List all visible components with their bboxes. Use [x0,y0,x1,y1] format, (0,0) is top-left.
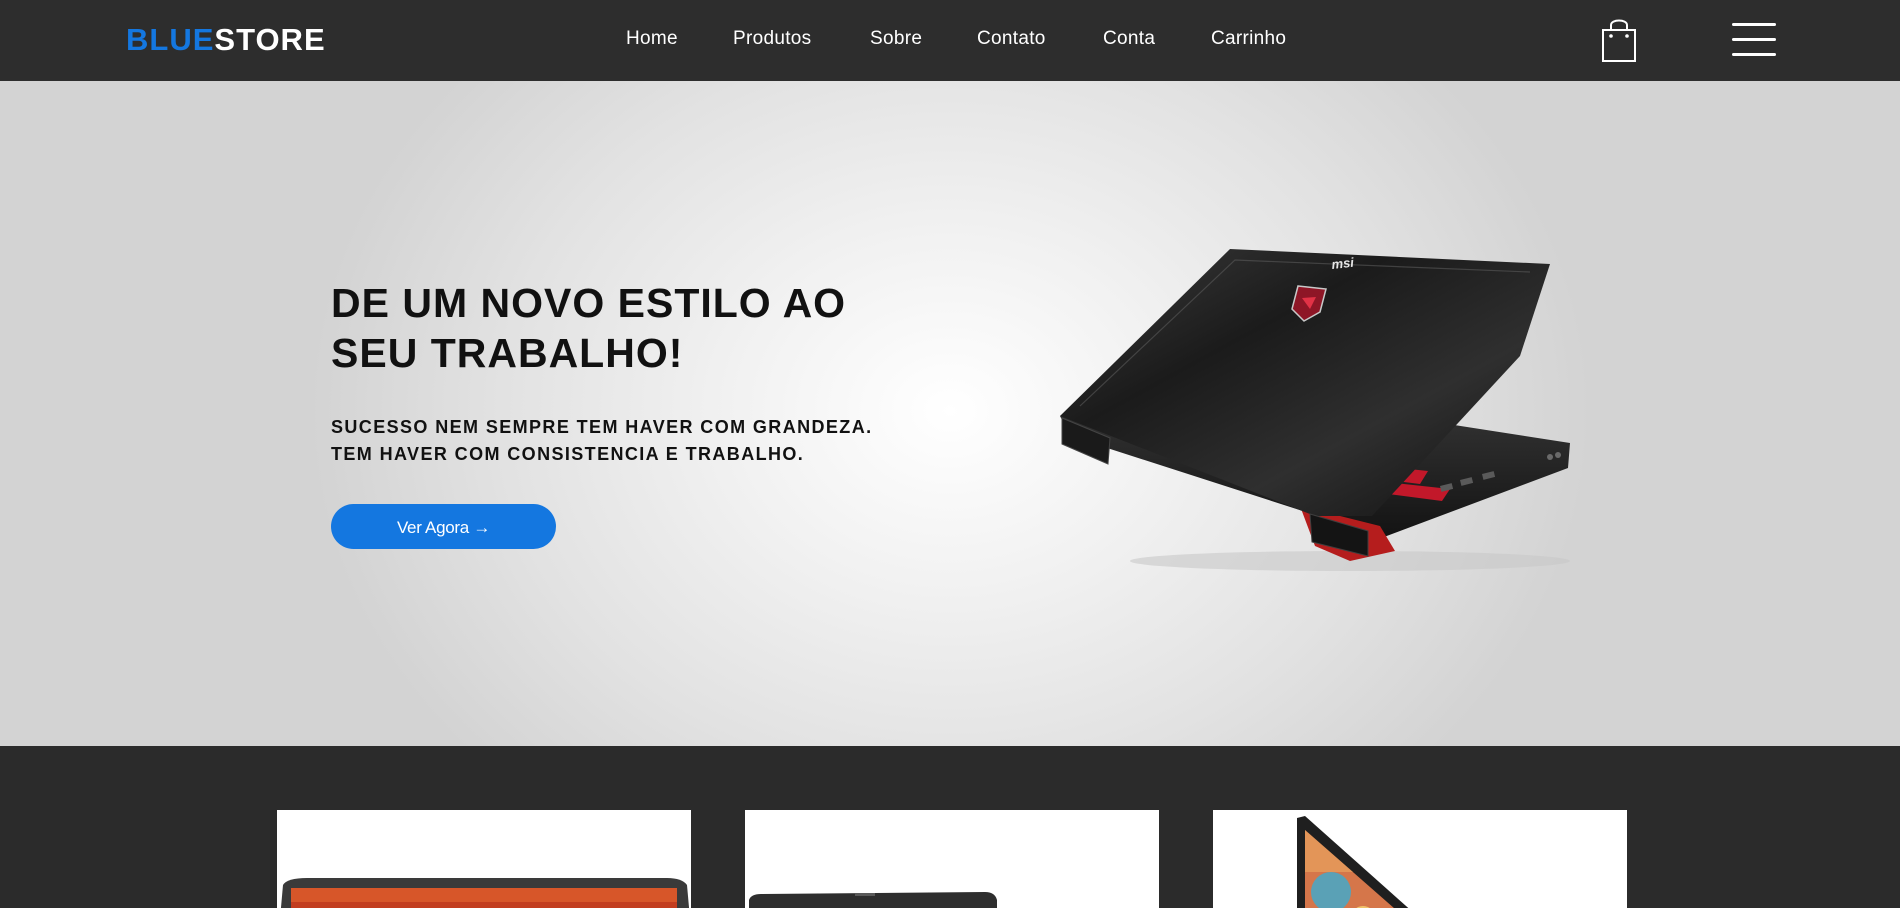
brand-logo-blue: BLUE [126,22,215,57]
navbar: BLUESTORE Home Produtos Sobre Contato Co… [0,0,1900,81]
ver-agora-button[interactable]: Ver Agora → [331,504,556,549]
laptop-colorful-screen-image [1297,816,1409,908]
laptop-red-screen-image [280,878,690,908]
product-card[interactable] [1213,810,1627,908]
hero-title: DE UM NOVO ESTILO AO SEU TRABALHO! [331,280,847,376]
hero-section: DE UM NOVO ESTILO AO SEU TRABALHO! SUCES… [0,81,1900,746]
nav-sobre[interactable]: Sobre [870,27,922,51]
products-section [0,746,1900,908]
shopping-bag-icon[interactable] [1599,16,1639,64]
laptop-brand-text: msi [1331,255,1355,272]
hero-subtitle-line2: TEM HAVER COM CONSISTENCIA E TRABALHO. [331,444,805,464]
product-card[interactable] [745,810,1159,908]
nav-carrinho[interactable]: Carrinho [1211,27,1286,51]
nav-produtos[interactable]: Produtos [733,27,811,51]
hero-subtitle-line1: SUCESSO NEM SEMPRE TEM HAVER COM GRANDEZ… [331,417,873,437]
brand-logo[interactable]: BLUESTORE [126,20,326,60]
nav-conta[interactable]: Conta [1103,27,1155,51]
hero-subtitle: SUCESSO NEM SEMPRE TEM HAVER COM GRANDEZ… [331,414,931,468]
hamburger-menu-icon[interactable] [1730,20,1778,60]
laptop-dark-image [749,892,997,908]
brand-logo-store: STORE [214,22,326,57]
nav-home[interactable]: Home [626,27,678,51]
laptop-product-image: msi [1060,249,1570,571]
nav-contato[interactable]: Contato [977,27,1046,51]
product-card[interactable] [277,810,691,908]
